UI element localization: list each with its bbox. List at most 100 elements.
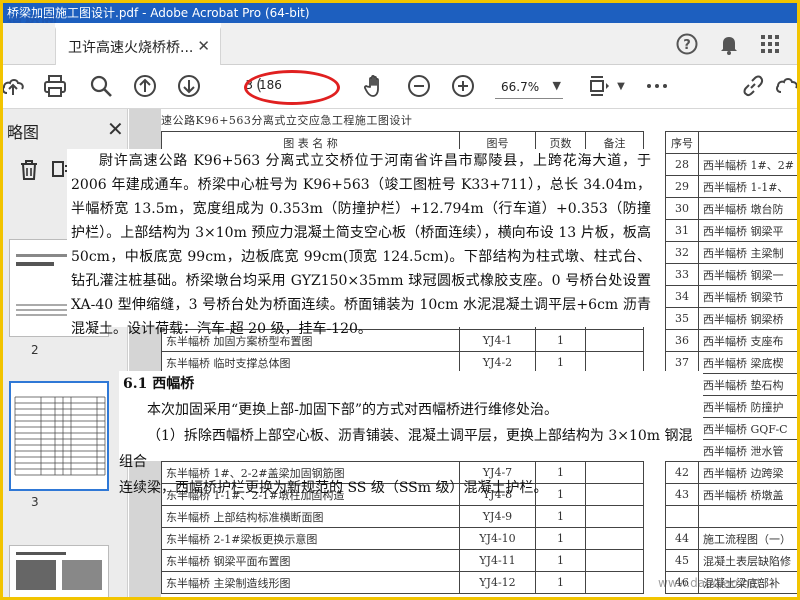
table-cell: 西半幅桥 钢梁平: [698, 219, 797, 242]
table-row: [665, 505, 797, 528]
cloud-save-icon[interactable]: [773, 73, 797, 101]
annotation-ellipse: [244, 70, 340, 105]
table-cell: 东半幅桥 上部结构标准横断面图: [161, 505, 460, 528]
table-header-cell: 序号: [665, 131, 699, 154]
table-row: 东半幅桥 上部结构标准横断面图 YJ4-9 1: [161, 505, 644, 528]
table-row: 34 西半幅桥 钢梁节: [665, 285, 797, 308]
table-cell: 东半幅桥 主梁制造线形图: [161, 571, 460, 594]
table-cell: 西半幅桥 1#、2#: [698, 153, 797, 176]
document-header: 速公路K96+563分离式立交应急工程施工图设计: [161, 114, 413, 127]
thumbnail-label: 2: [31, 343, 39, 357]
title-bar: 桥梁加固施工图设计.pdf - Adobe Acrobat Pro (64-bi…: [3, 3, 797, 23]
table-row: 31 西半幅桥 钢梁平: [665, 219, 797, 242]
table-cell: 1: [535, 527, 586, 550]
apps-grid-icon[interactable]: [758, 32, 782, 56]
overview-text: 尉许高速公路 K96+563 分离式立交桥位于河南省许昌市鄢陵县，上跨花海大道，…: [71, 153, 651, 337]
table-cell: 混凝土表层缺陷修: [698, 549, 797, 572]
share-link-icon[interactable]: [739, 73, 767, 101]
table-cell: YJ4-9: [459, 505, 536, 528]
trash-icon[interactable]: [19, 159, 39, 186]
table-cell: 东半幅桥 钢梁平面布置图: [161, 549, 460, 572]
thumbnail-label: 3: [31, 495, 39, 509]
bell-icon[interactable]: [717, 32, 741, 56]
table-cell: 西半幅桥 钢梁一: [698, 263, 797, 286]
table-cell: 西半幅桥 墩台防: [698, 197, 797, 220]
table-cell: 西半幅桥 主梁制: [698, 241, 797, 264]
next-page-icon[interactable]: [175, 73, 203, 101]
table-cell: 45: [665, 549, 699, 572]
previous-page-icon[interactable]: [131, 73, 159, 101]
help-icon[interactable]: ?: [675, 32, 699, 56]
page-thumbnail-3[interactable]: [9, 381, 109, 491]
zoom-search-icon[interactable]: [87, 73, 115, 101]
table-row: 35 西半幅桥 钢梁桥: [665, 307, 797, 330]
table-cell: 31: [665, 219, 699, 242]
table-row: 东半幅桥 2-1#梁板更换示意图 YJ4-10 1: [161, 527, 644, 550]
watermark-url: www.daoqiao.net: [658, 576, 762, 590]
table-cell: 32: [665, 241, 699, 264]
table-cell: [585, 571, 644, 594]
zoom-level-select[interactable]: 66.7% ▼: [495, 77, 563, 99]
more-tools-icon[interactable]: [643, 73, 671, 101]
table-cell: [665, 505, 699, 528]
close-icon[interactable]: ✕: [107, 117, 124, 141]
table-cell: 西半幅桥 边跨梁: [698, 461, 797, 484]
overlay-paragraph-bridge-overview: 尉许高速公路 K96+563 分离式立交桥位于河南省许昌市鄢陵县，上跨花海大道，…: [67, 149, 655, 337]
table-cell: 36: [665, 329, 699, 352]
table-row: 33 西半幅桥 钢梁一: [665, 263, 797, 286]
table-cell: 西半幅桥 垫石构: [698, 373, 797, 396]
table-cell: 1: [535, 571, 586, 594]
table-cell: 西半幅桥 GQF-C: [698, 417, 797, 440]
table-cell: 1: [535, 549, 586, 572]
panel-title: 略图: [7, 123, 40, 142]
table-cell: YJ4-12: [459, 571, 536, 594]
close-icon[interactable]: ✕: [197, 37, 210, 55]
table-row: 东半幅桥 钢梁平面布置图 YJ4-11 1: [161, 549, 644, 572]
hand-tool-icon[interactable]: [361, 73, 389, 101]
section-heading: 6.1 西幅桥: [123, 376, 195, 392]
table-row: 28 西半幅桥 1#、2#: [665, 153, 797, 176]
zoom-in-icon[interactable]: [449, 73, 477, 101]
upload-icon[interactable]: [3, 73, 27, 101]
overlay-section-west-bridge: 6.1 西幅桥 本次加固采用“更换上部-加固下部”的方式对西幅桥进行维修处治。 …: [119, 371, 703, 496]
table-cell: 28: [665, 153, 699, 176]
zoom-out-icon[interactable]: [405, 73, 433, 101]
tab-document[interactable]: 卫许高速火烧桥桥... ✕: [55, 27, 221, 65]
table-row: 29 西半幅桥 1-1#、: [665, 175, 797, 198]
fit-page-chevron-icon[interactable]: ▼: [607, 73, 635, 101]
table-header-cell: [698, 131, 797, 154]
tab-bar-left-space: [3, 23, 55, 65]
table-cell: 西半幅桥 钢梁桥: [698, 307, 797, 330]
section-paragraph: 连续梁，西幅桥护栏更换为新规范的 SS 级（SSm 级）混凝土护栏。: [119, 480, 548, 496]
table-cell: 西半幅桥 钢梁节: [698, 285, 797, 308]
section-paragraph: （1）拆除西幅桥上部空心板、沥青铺装、混凝土调平层，更换上部结构为 3×10m …: [119, 428, 693, 470]
page-thumbnail-4[interactable]: [9, 545, 109, 597]
table-cell: [585, 549, 644, 572]
toolbar: 3 ( 186 66.7% ▼ ▼: [3, 65, 797, 109]
tab-document-label: 卫许高速火烧桥桥...: [68, 40, 194, 56]
table-header-row: 序号: [665, 131, 797, 154]
table-cell: [585, 505, 644, 528]
table-row: 45 混凝土表层缺陷修: [665, 549, 797, 572]
table-row: 东半幅桥 主梁制造线形图 YJ4-12 1: [161, 571, 644, 594]
table-cell: 33: [665, 263, 699, 286]
table-cell: [585, 527, 644, 550]
table-cell: 西半幅桥 桥墩盖: [698, 483, 797, 506]
table-cell: 施工流程图（一）: [698, 527, 797, 550]
table-cell: [698, 505, 797, 528]
svg-text:?: ?: [683, 38, 691, 53]
print-icon[interactable]: [41, 73, 69, 101]
table-row: 44 施工流程图（一）: [665, 527, 797, 550]
table-cell: YJ4-10: [459, 527, 536, 550]
drawing-index-table-right: 序号 28 西半幅桥 1#、2# 29 西半幅桥 1-1#、 30 西半幅桥 墩台防 …: [665, 131, 797, 594]
table-cell: 29: [665, 175, 699, 198]
table-cell: 30: [665, 197, 699, 220]
tab-bar: 卫许高速火烧桥桥... ✕ ?: [3, 23, 797, 65]
chevron-down-icon: ▼: [552, 79, 561, 92]
table-cell: 1: [535, 505, 586, 528]
section-paragraph: 本次加固采用“更换上部-加固下部”的方式对西幅桥进行维修处治。: [147, 402, 559, 418]
table-row: 30 西半幅桥 墩台防: [665, 197, 797, 220]
table-cell: 34: [665, 285, 699, 308]
app-window: 桥梁加固施工图设计.pdf - Adobe Acrobat Pro (64-bi…: [0, 0, 800, 600]
table-cell: 东半幅桥 2-1#梁板更换示意图: [161, 527, 460, 550]
